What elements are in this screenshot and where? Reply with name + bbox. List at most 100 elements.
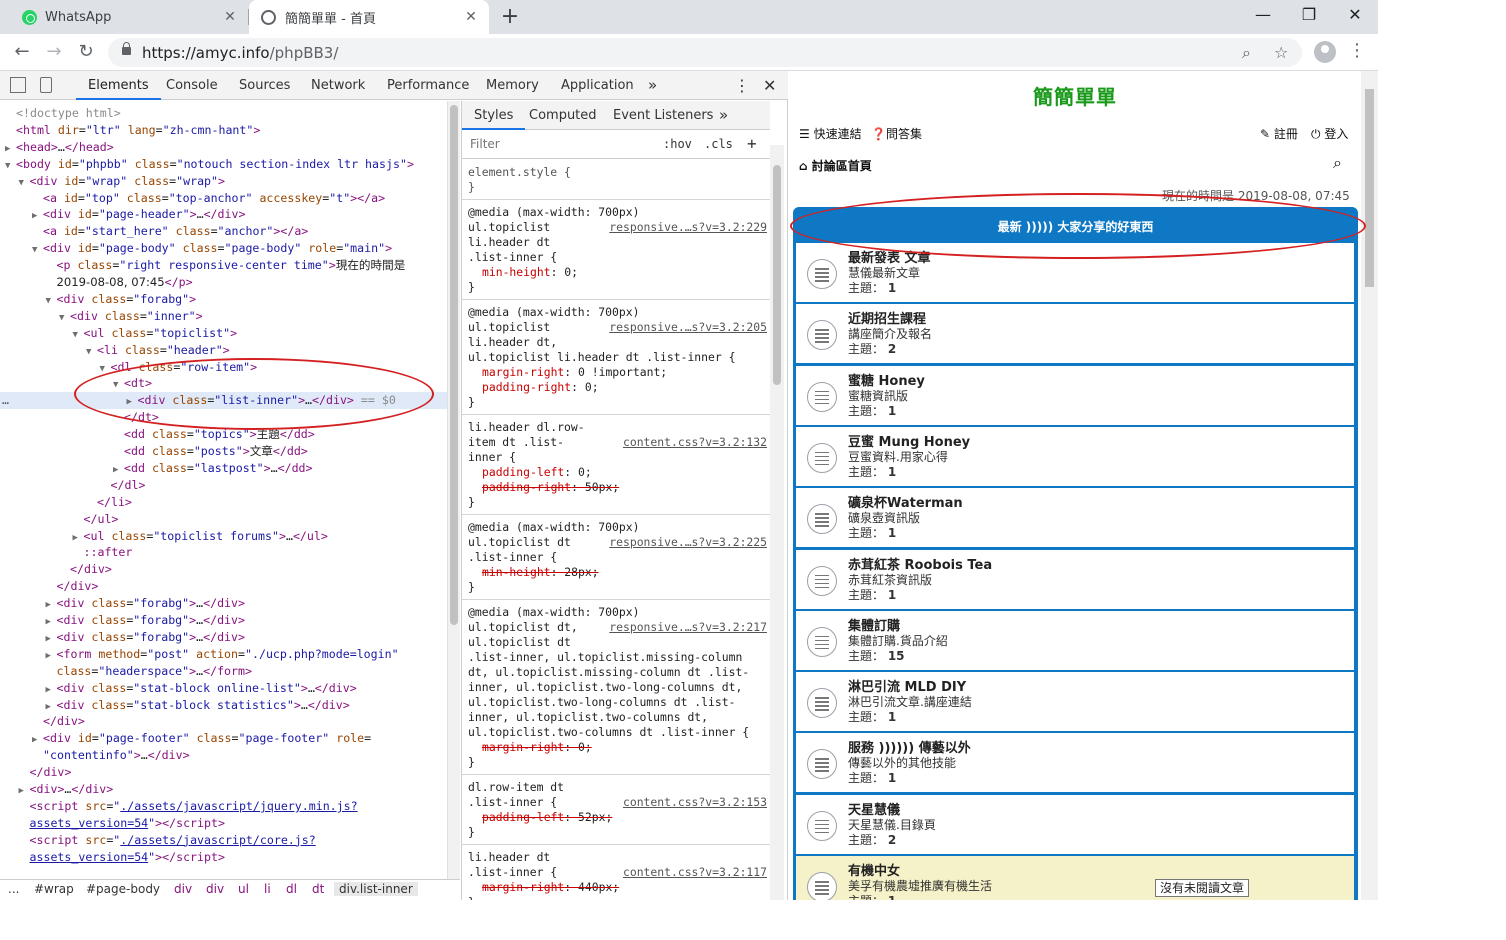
register-link[interactable]: ✎ 註冊 [1260,125,1298,142]
dom-node-line[interactable]: ::after [0,544,447,561]
dom-node-line[interactable]: 2019-08-08, 07:45</p> [0,274,447,291]
css-property[interactable]: padding-left: 0; [462,465,770,480]
dom-node-line[interactable]: class="headerspace">…</form> [0,663,447,680]
dom-node-line[interactable]: ▼ <ul class="topiclist"> [0,325,447,342]
dom-node-line[interactable]: ▶ <div class="forabg">…</div> [0,595,447,612]
rule-source-link[interactable]: responsive.…s?v=3.2:229 [609,220,767,235]
styles-tab[interactable]: Styles [462,101,526,130]
devtools-tab-elements[interactable]: Elements [76,71,161,100]
devtools-menu-icon[interactable]: ⋮ [734,71,750,100]
breadcrumb-item[interactable]: div [174,882,192,896]
forum-row[interactable]: 近期招生課程 講座簡介及報名 主題： 2 [796,304,1354,365]
board-index-link[interactable]: ⌂ 討論區首頁 [799,157,872,174]
dom-node-line[interactable]: ▶ <div class="stat-block statistics">…</d… [0,697,447,714]
breadcrumb-item[interactable]: ul [238,882,249,896]
site-title[interactable]: 簡簡單單 [789,81,1361,110]
minimize-icon[interactable]: — [1248,4,1278,28]
dom-node-line[interactable]: </div> [0,561,447,578]
dom-node-line[interactable]: ▼ <div id="wrap" class="wrap"> [0,173,447,190]
css-property[interactable]: min-height: 0; [462,265,770,280]
forum-category-header[interactable]: 最新 ))))) 大家分享的好東西 [793,213,1358,241]
dom-node-line[interactable]: </dt> [0,409,447,426]
rule-source-link[interactable]: content.css?v=3.2:153 [623,795,767,810]
window-close-icon[interactable]: ✕ [1340,4,1370,28]
breadcrumb-item[interactable]: #page-body [86,882,160,896]
dom-node-line[interactable]: ▶ <div class="forabg">…</div> [0,629,447,646]
forum-row[interactable]: 豆蜜 Mung Honey 豆蜜資料.用家心得 主題： 1 [796,426,1354,487]
dom-node-line[interactable]: ▶ <ul class="topiclist forums">…</ul> [0,528,447,545]
css-property[interactable]: margin-right: 440px; [462,880,770,895]
forward-icon[interactable]: → [42,40,66,64]
breadcrumb-item[interactable]: li [264,882,271,896]
dom-node-line[interactable]: ▶ <div class="stat-block online-list">…</… [0,680,447,697]
login-link[interactable]: ⏻ 登入 [1311,125,1348,142]
dom-node-line[interactable]: ▶ <div>…</div> [0,781,447,798]
styles-filter-input[interactable] [466,134,651,154]
dom-node-line[interactable]: ▶ <div id="page-footer" class="page-foote… [0,730,447,747]
dom-node-line[interactable]: ▶ <div class="forabg">…</div> [0,612,447,629]
dom-node-line[interactable]: ▶ <head>…</head> [0,139,447,156]
forum-row[interactable]: 天星慧儀 天星慧儀.目錄頁 主題： 2 [796,794,1354,855]
dom-node-line[interactable]: ▼ <dl class="row-item"> [0,359,447,376]
style-rule[interactable]: li.header dt .list-inner {content.css?v=3… [462,846,770,900]
zoom-icon[interactable]: ⌕ [1242,43,1251,63]
forum-row[interactable]: 有機中女美孚有機農墟推廣有機生活主題： 1 [796,856,1354,900]
forum-row[interactable]: 淋巴引流 MLD DIY 淋巴引流文章.講座連結 主題： 1 [796,672,1354,733]
dom-node-line[interactable]: </div> [0,578,447,595]
quick-links-link[interactable]: ☰ 快速連結 [799,125,862,142]
elements-tree[interactable]: <!doctype html> <html dir="ltr" lang="zh-… [0,101,447,880]
dom-node-line[interactable]: </ul> [0,511,447,528]
styles-scrollbar[interactable] [770,145,784,900]
faq-link[interactable]: ❓問答集 [871,125,922,142]
inspect-element-icon[interactable] [10,77,26,93]
style-rule[interactable]: li.header dl.row-item dt .list-content.c… [462,416,770,515]
back-icon[interactable]: ← [10,40,34,64]
dom-node-line[interactable]: <script src="./assets/javascript/core.js… [0,832,447,849]
dom-node-line[interactable]: <a id="top" class="top-anchor" accesskey… [0,190,447,207]
forum-row[interactable]: 服務 )))))) 傳藝以外 傳藝以外的其他技能 主題： 1 [796,733,1354,794]
style-rule[interactable]: @media (max-width: 700px) ul.topiclist dt… [462,516,770,600]
dom-node-line[interactable]: ▼ <li class="header"> [0,342,447,359]
dom-node-line[interactable]: </li> [0,494,447,511]
more-tabs-icon[interactable]: » [648,71,657,100]
devtools-tab-sources[interactable]: Sources [239,71,290,100]
dom-node-line[interactable]: ▶ <div id="page-header">…</div> [0,206,447,223]
forum-row[interactable]: 礦泉杯Waterman 礦泉壺資訊版 主題： 1 [796,488,1354,549]
class-toggle[interactable]: .cls [704,137,733,151]
dom-node-line[interactable]: <dd class="topics">主題</dd> [0,426,447,443]
forum-row[interactable]: 最新發表 文章 慧儀最新文章 主題： 1 [796,243,1354,303]
profile-avatar-icon[interactable] [1314,41,1336,63]
search-icon[interactable]: ⌕ [1333,153,1342,173]
dom-node-line[interactable]: ▼ <body id="phpbb" class="notouch section… [0,156,447,173]
rule-source-link[interactable]: content.css?v=3.2:132 [623,435,767,450]
maximize-icon[interactable]: ❐ [1294,4,1324,28]
reload-icon[interactable]: ↻ [74,40,98,64]
forum-row[interactable]: 集體訂購 集體訂購.貨品介紹 主題： 15 [796,610,1354,671]
hover-state-toggle[interactable]: :hov [663,137,692,151]
breadcrumb-item[interactable]: ... [8,882,19,896]
close-icon[interactable]: ✕ [222,9,238,25]
address-bar[interactable]: https://amyc.info/phpBB3/ ⌕ ☆ [108,38,1302,67]
dom-node-line[interactable]: </div> [0,764,447,781]
devtools-tab-network[interactable]: Network [311,71,365,100]
dom-node-line[interactable]: <!doctype html> [0,105,447,122]
style-rule[interactable]: @media (max-width: 700px) ul.topiclist dt… [462,601,770,775]
dom-node-line[interactable]: ▼ <div id="page-body" class="page-body" r… [0,240,447,257]
dom-node-line[interactable]: assets_version=54"></script> [0,815,447,832]
breadcrumb-item[interactable]: #wrap [34,882,74,896]
css-property[interactable]: min-height: 28px; [462,565,770,580]
dom-node-line[interactable]: ▼ <dt> [0,375,447,392]
dom-node-line[interactable]: ▶ <dd class="lastpost">…</dd> [0,460,447,477]
browser-menu-icon[interactable]: ⋮ [1348,40,1366,61]
devtools-tab-memory[interactable]: Memory [486,71,539,100]
url-text[interactable]: https://amyc.info/phpBB3/ [142,44,338,62]
tab-whatsapp[interactable]: WhatsApp ✕ [8,0,248,34]
style-rule[interactable]: @media (max-width: 700px) ul.topiclist res… [462,301,770,415]
dom-node-line[interactable]: </dl> [0,477,447,494]
dom-node-line[interactable]: ▼ <div class="inner"> [0,308,447,325]
new-tab-button[interactable]: + [499,5,521,29]
style-rule[interactable]: element.style {} [462,161,770,200]
breadcrumb-item[interactable]: div [206,882,224,896]
dom-node-line[interactable]: <a id="start_here" class="anchor"></a> [0,223,447,240]
event-listeners-tab[interactable]: Event Listeners [613,101,713,130]
